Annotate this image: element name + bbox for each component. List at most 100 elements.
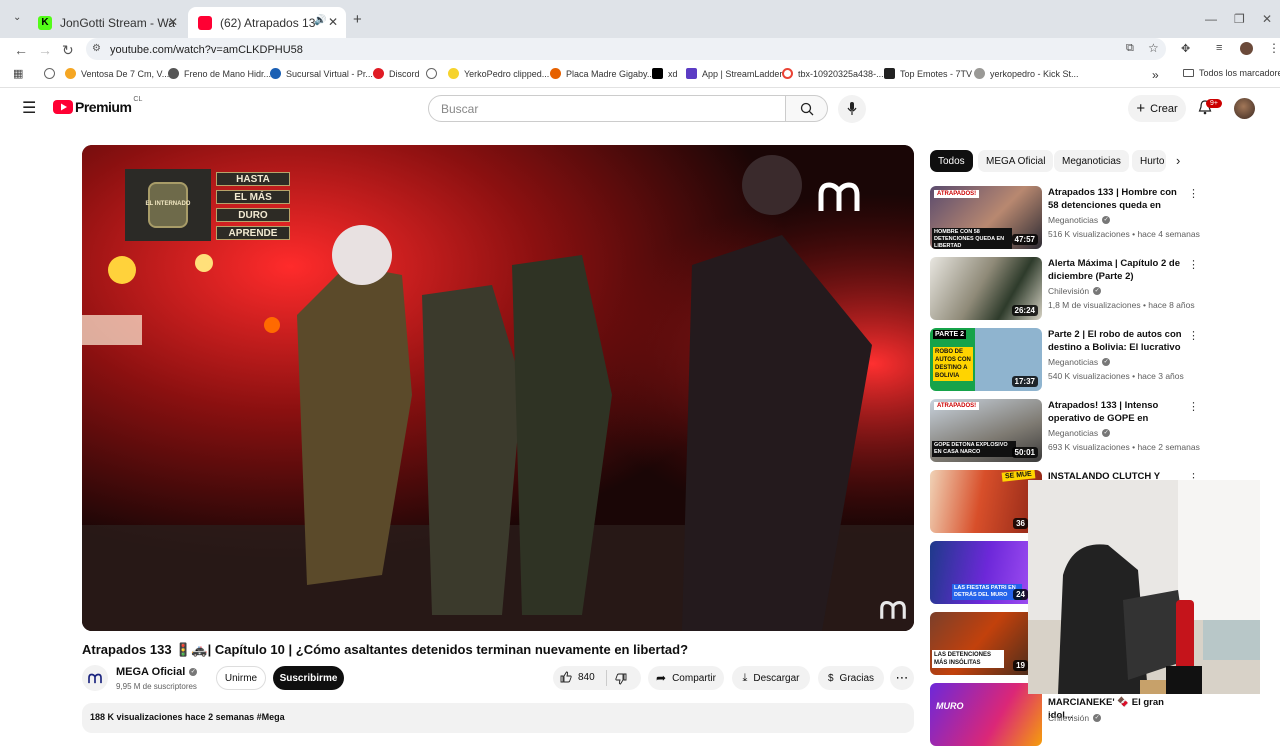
bookmark-item[interactable] xyxy=(426,68,442,79)
bookmark-item[interactable]: Sucursal Virtual - Pr... xyxy=(270,68,373,79)
bookmark-item[interactable]: YerkoPedro clipped... xyxy=(448,68,549,79)
bookmarks-overflow-button[interactable]: » xyxy=(1152,68,1159,82)
extensions-icon[interactable]: ✥ xyxy=(1181,42,1190,55)
chip-meganoticias[interactable]: Meganoticias xyxy=(1054,150,1129,172)
new-tab-button[interactable]: + xyxy=(353,11,362,28)
description-box[interactable]: 188 K visualizaciones hace 2 semanas #Me… xyxy=(82,703,914,733)
bookmark-item[interactable]: Placa Madre Gigaby... xyxy=(550,68,654,79)
more-actions-button[interactable]: ⋯ xyxy=(890,666,914,690)
create-button[interactable]: + Crear xyxy=(1128,95,1186,122)
minimize-window-icon[interactable]: — xyxy=(1205,12,1217,26)
verified-icon: ✓ xyxy=(1102,216,1111,224)
profile-avatar-icon[interactable] xyxy=(1240,42,1253,55)
recommendation-meta: 516 K visualizaciones • hace 4 semanas xyxy=(1048,229,1200,239)
youtube-logo[interactable]: Premium CL xyxy=(53,96,142,115)
dislike-button[interactable] xyxy=(615,672,627,690)
bookmark-item[interactable]: yerkopedro - Kick St... xyxy=(974,68,1079,79)
like-button[interactable]: 840 xyxy=(560,671,595,683)
recommendation-item[interactable]: PARTE 2 ROBO DE AUTOS CON DESTINO A BOLI… xyxy=(930,328,1200,392)
video-title: Atrapados 133 🚦🚓| Capítulo 10 | ¿Cómo as… xyxy=(82,642,689,657)
voice-search-button[interactable] xyxy=(838,95,866,123)
restore-window-icon[interactable]: ❐ xyxy=(1234,12,1245,26)
site-info-icon[interactable]: ⚙ xyxy=(92,43,101,54)
close-tab-icon[interactable]: ✕ xyxy=(168,15,178,29)
bookmark-item[interactable]: Ventosa De 7 Cm, V... xyxy=(65,68,169,79)
thanks-button[interactable]: $ Gracias xyxy=(818,666,884,690)
video-thumbnail[interactable]: MURO xyxy=(930,683,1042,746)
chips-scroll-right-icon[interactable]: › xyxy=(1176,153,1180,168)
webcam-frame xyxy=(1028,480,1260,694)
recommendation-channel[interactable]: Chilevisión ✓ xyxy=(1048,713,1102,723)
recommendation-channel[interactable]: Chilevisión ✓ xyxy=(1048,286,1102,296)
divider xyxy=(606,670,607,686)
bookmark-item[interactable]: Top Emotes - 7TV xyxy=(884,68,972,79)
bookmark-item[interactable]: Discord xyxy=(373,68,420,79)
channel-name[interactable]: MEGA Oficial ✓ xyxy=(116,666,198,678)
account-avatar[interactable] xyxy=(1234,98,1255,119)
close-window-icon[interactable]: ✕ xyxy=(1262,12,1272,26)
recommendation-item[interactable]: 26:24 Alerta Máxima | Capítulo 2 de dici… xyxy=(930,257,1200,321)
video-player[interactable]: EL INTERNADO HASTA EL MÁS DURO APRENDE xyxy=(82,145,914,631)
audio-playing-icon[interactable]: 🔊 xyxy=(314,15,326,26)
mega-corner-logo-icon xyxy=(880,600,906,619)
recommendation-meta: 693 K visualizaciones • hace 2 semanas xyxy=(1048,442,1200,452)
back-arrow-icon[interactable]: ← xyxy=(14,42,28,58)
browser-menu-icon[interactable]: ⋮ xyxy=(1268,41,1280,55)
more-vertical-icon[interactable]: ⋮ xyxy=(1188,187,1199,200)
bookmark-item[interactable] xyxy=(44,68,60,79)
search-button[interactable] xyxy=(786,95,828,122)
thumbnail-caption: ROBO DE AUTOS CON DESTINO A BOLIVIA xyxy=(933,347,973,381)
video-duration: 26:24 xyxy=(1011,305,1038,316)
share-button[interactable]: ➦ Compartir xyxy=(648,666,724,690)
chip-mega-oficial[interactable]: MEGA Oficial xyxy=(978,150,1054,172)
thumbs-down-icon xyxy=(615,673,627,685)
chip-todos[interactable]: Todos xyxy=(930,150,973,172)
bookmark-favicon-icon xyxy=(448,68,459,79)
media-controls-icon[interactable]: ≡ xyxy=(1216,42,1222,54)
download-button[interactable]: ⤓ Descargar xyxy=(732,666,810,690)
thumbnail-tag: ATRAPADOS! xyxy=(934,402,980,410)
join-button[interactable]: Unirme xyxy=(216,666,266,690)
chip-hurto[interactable]: Hurto xyxy=(1132,150,1166,172)
recommendation-title[interactable]: Atrapados! 133 | Intenso operativo de GO… xyxy=(1048,399,1184,426)
recommendation-title[interactable]: Parte 2 | El robo de autos con destino a… xyxy=(1048,328,1184,355)
search-input[interactable]: Buscar xyxy=(428,95,786,122)
reload-icon[interactable]: ↻ xyxy=(62,42,74,59)
tab-youtube[interactable]: (62) Atrapados 133 🚦🚓| Ca 🔊 ✕ xyxy=(188,7,346,38)
bookmark-item[interactable]: Freno de Mano Hidr... xyxy=(168,68,271,79)
recommendation-channel[interactable]: Meganoticias ✓ xyxy=(1048,215,1111,225)
apps-grid-icon[interactable]: ▦ xyxy=(13,67,23,80)
forward-arrow-icon[interactable]: → xyxy=(38,42,52,58)
video-thumbnail[interactable]: PARTE 2 ROBO DE AUTOS CON DESTINO A BOLI… xyxy=(930,328,1042,391)
subscribe-button[interactable]: Suscribirme xyxy=(273,666,344,690)
video-thumbnail[interactable]: LAS FIESTAS PATRI EN DETRÁS DEL MURO 24 xyxy=(930,541,1042,604)
video-thumbnail[interactable]: SE MUE 36 xyxy=(930,470,1042,533)
recommendation-channel[interactable]: Meganoticias ✓ xyxy=(1048,428,1111,438)
overlay-label: HASTA xyxy=(216,172,290,186)
tab-search-icon[interactable]: ⌄ xyxy=(13,12,21,23)
tab-jongotti[interactable]: K JonGotti Stream - Watch Live o ✕ xyxy=(28,7,186,38)
bookmark-item[interactable]: tbx-10920325a438-... xyxy=(782,68,884,79)
recommendation-item[interactable]: ATRAPADOS! GOPE DETONA EXPLOSIVO EN CASA… xyxy=(930,399,1200,463)
all-bookmarks-folder[interactable]: Todos los marcadores xyxy=(1183,68,1280,78)
video-duration: 19 xyxy=(1013,660,1028,671)
video-thumbnail[interactable]: LAS DETENCIONES MÁS INSÓLITAS 19 xyxy=(930,612,1042,675)
video-thumbnail[interactable]: 26:24 xyxy=(930,257,1042,320)
recommendation-channel[interactable]: Meganoticias ✓ xyxy=(1048,357,1111,367)
video-thumbnail[interactable]: ATRAPADOS! GOPE DETONA EXPLOSIVO EN CASA… xyxy=(930,399,1042,462)
recommendation-item[interactable]: ATRAPADOS! HOMBRE CON 58 DETENCIONES QUE… xyxy=(930,186,1200,250)
guide-menu-icon[interactable]: ☰ xyxy=(22,98,36,118)
url-text[interactable]: youtube.com/watch?v=amCLKDPHU58 xyxy=(110,44,303,56)
close-tab-icon[interactable]: ✕ xyxy=(328,15,338,29)
recommendation-title[interactable]: Atrapados 133 | Hombre con 58 detencione… xyxy=(1048,186,1184,213)
more-vertical-icon[interactable]: ⋮ xyxy=(1188,329,1199,342)
bookmark-star-icon[interactable]: ☆ xyxy=(1148,41,1159,55)
video-thumbnail[interactable]: ATRAPADOS! HOMBRE CON 58 DETENCIONES QUE… xyxy=(930,186,1042,249)
more-vertical-icon[interactable]: ⋮ xyxy=(1188,400,1199,413)
more-vertical-icon[interactable]: ⋮ xyxy=(1188,258,1199,271)
bookmark-item[interactable]: xd xyxy=(652,68,678,79)
bookmark-item[interactable]: App | StreamLadder xyxy=(686,68,782,79)
channel-avatar[interactable] xyxy=(82,665,108,691)
recommendation-title[interactable]: Alerta Máxima | Capítulo 2 de diciembre … xyxy=(1048,257,1184,283)
install-app-icon[interactable]: ⧉ xyxy=(1126,42,1134,55)
